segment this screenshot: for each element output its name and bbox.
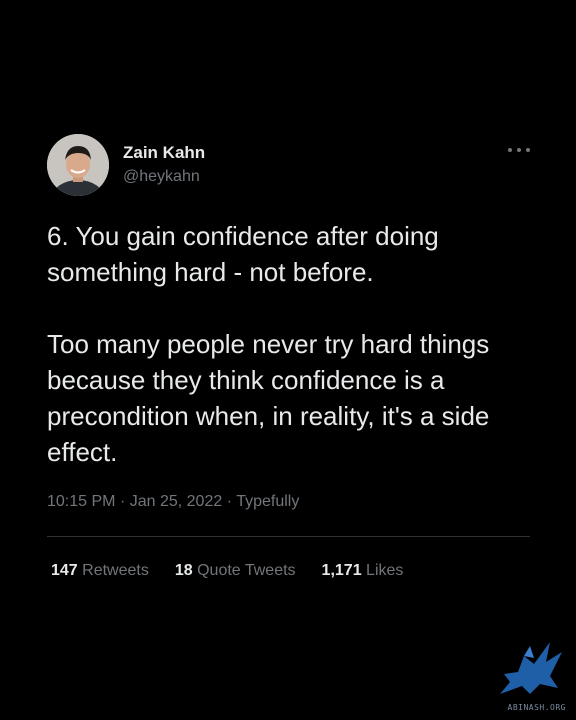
likes-count: 1,171: [321, 562, 362, 579]
quote-tweets-stat[interactable]: 18 Quote Tweets: [175, 561, 296, 581]
tweet-source[interactable]: Typefully: [236, 493, 299, 510]
watermark-text: ABINASH.ORG: [507, 703, 566, 712]
retweets-count: 147: [51, 562, 78, 579]
quote-tweets-label: Quote Tweets: [197, 562, 296, 579]
tweet-stats: 147 Retweets 18 Quote Tweets 1,171 Likes: [47, 561, 530, 581]
likes-stat[interactable]: 1,171 Likes: [322, 561, 404, 581]
quote-tweets-count: 18: [174, 562, 193, 579]
more-horizontal-icon[interactable]: [508, 144, 530, 156]
avatar-image: [47, 134, 109, 196]
retweets-label: Retweets: [82, 562, 149, 579]
author-info: Zain Kahn @heykahn: [123, 142, 205, 188]
retweets-stat[interactable]: 147 Retweets: [51, 561, 149, 581]
meta-separator: ·: [119, 493, 126, 510]
watermark: ABINASH.ORG: [490, 632, 570, 712]
tweet-card: Zain Kahn @heykahn 6. You gain confidenc…: [47, 134, 530, 581]
divider: [47, 536, 530, 537]
author-handle[interactable]: @heykahn: [123, 166, 205, 188]
likes-label: Likes: [366, 562, 404, 579]
meta-separator: ·: [226, 493, 233, 510]
tweet-header: Zain Kahn @heykahn: [47, 134, 530, 196]
tweet-time[interactable]: 10:15 PM: [47, 493, 115, 510]
dragon-logo-icon: [500, 642, 562, 694]
tweet-date[interactable]: Jan 25, 2022: [130, 493, 223, 510]
tweet-text: 6. You gain confidence after doing somet…: [47, 218, 537, 470]
tweet-paragraph: 6. You gain confidence after doing somet…: [47, 221, 439, 287]
tweet-meta: 10:15 PM · Jan 25, 2022 · Typefully: [47, 492, 530, 512]
tweet-paragraph: Too many people never try hard things be…: [47, 329, 490, 467]
author-display-name[interactable]: Zain Kahn: [123, 142, 205, 164]
avatar[interactable]: [47, 134, 109, 196]
